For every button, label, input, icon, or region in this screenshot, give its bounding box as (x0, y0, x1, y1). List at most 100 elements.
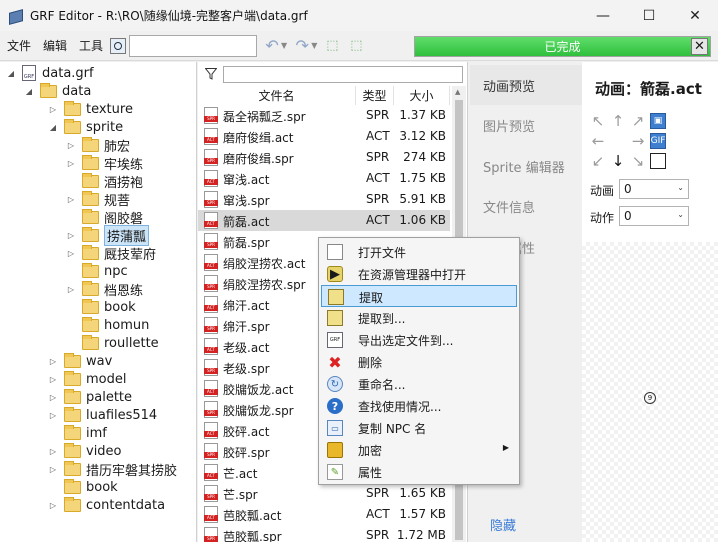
checkbox-icon[interactable] (650, 153, 666, 169)
expand-icon[interactable]: ▷ (48, 465, 58, 474)
context-menu-item[interactable]: ✖ 删除 (321, 351, 517, 373)
search-icon[interactable] (110, 37, 127, 54)
tree-node[interactable]: ▷ 牢埃练 (66, 154, 143, 173)
tab-sprite-editor[interactable]: Sprite 编辑器 (470, 146, 582, 186)
menu-edit[interactable]: 编辑 (38, 37, 72, 54)
expand-icon[interactable]: ▷ (48, 357, 58, 366)
tree-node[interactable]: 阁胶磐 (66, 208, 143, 227)
tree-node[interactable]: imf (48, 424, 107, 442)
progress-close-button[interactable]: ✕ (691, 38, 708, 55)
column-header-name[interactable]: 文件名 (198, 86, 356, 105)
context-menu-item[interactable]: 加密 ▶ (321, 439, 517, 461)
context-menu-item[interactable]: ✎ 属性 (321, 461, 517, 483)
column-header-type[interactable]: 类型 (356, 86, 394, 105)
scroll-up-icon[interactable]: ▲ (455, 88, 460, 96)
undo-dropdown-icon[interactable]: ▼ (281, 41, 287, 50)
expand-icon[interactable]: ▷ (48, 411, 58, 420)
tab-file-info[interactable]: 文件信息 (470, 186, 582, 226)
tree-node[interactable]: roullette (66, 334, 159, 352)
expand-icon[interactable]: ▷ (66, 249, 76, 258)
column-header-size[interactable]: 大小 (394, 86, 450, 105)
dir-up-left-icon[interactable]: ↖ (590, 112, 606, 130)
expand-icon[interactable]: ▷ (48, 393, 58, 402)
tree-node[interactable]: ▷ palette (48, 388, 132, 406)
tree-node[interactable]: npc (66, 262, 128, 280)
tree-node[interactable]: ▷ 档恩练 (66, 280, 143, 299)
tree-node[interactable]: ▷ wav (48, 352, 112, 370)
menu-file[interactable]: 文件 (2, 37, 36, 54)
tree-node[interactable]: ▷ 厩技荤府 (66, 244, 156, 263)
dir-down-right-icon[interactable]: ↘ (630, 152, 646, 170)
dir-up-right-icon[interactable]: ↗ (630, 112, 646, 130)
close-button[interactable]: ✕ (672, 0, 718, 31)
expand-icon[interactable]: ▷ (66, 141, 76, 150)
context-menu-item[interactable]: ? 查找使用情况... (321, 395, 517, 417)
minimize-button[interactable]: — (580, 0, 626, 31)
filter-input[interactable] (223, 66, 463, 83)
expand-icon[interactable]: ▷ (66, 231, 76, 240)
tree-node[interactable]: homun (66, 316, 149, 334)
tab-animation-preview[interactable]: 动画预览 (470, 65, 582, 105)
tab-image-preview[interactable]: 图片预览 (470, 105, 582, 145)
tree-node[interactable]: ▷ 肺宏 (66, 136, 130, 155)
file-row[interactable]: 磨府俊缉.spr SPR 274 KB (198, 147, 450, 168)
add-file-icon[interactable]: ⬚ (323, 37, 341, 55)
search-input[interactable] (129, 34, 258, 57)
action-select[interactable]: 0 ⌄ (619, 206, 689, 226)
hide-link[interactable]: 隐藏 (490, 515, 516, 534)
redo-icon[interactable]: ↷ (293, 36, 311, 55)
tree-node[interactable]: book (66, 298, 136, 316)
file-row[interactable]: 磊全祸瓢乏.spr SPR 1.37 KB (198, 105, 450, 126)
file-row[interactable]: 箭磊.act ACT 1.06 KB (198, 210, 450, 231)
tree-node[interactable]: book (48, 478, 118, 496)
expand-icon[interactable]: ▷ (66, 159, 76, 168)
expand-icon[interactable]: ▷ (48, 105, 58, 114)
tree-node[interactable]: ▷ luafiles514 (48, 406, 157, 424)
save-gif-icon[interactable]: GIF (650, 133, 666, 149)
collapse-icon[interactable]: ◢ (6, 69, 16, 78)
collapse-icon[interactable]: ◢ (24, 87, 34, 96)
dir-down-icon[interactable]: ↓ (610, 152, 626, 170)
expand-icon[interactable]: ▷ (48, 501, 58, 510)
tree-node[interactable]: ▷ 规菩 (66, 190, 130, 209)
tree-node[interactable]: ◢ data (24, 82, 91, 100)
context-menu-item[interactable]: ↻ 重命名... (321, 373, 517, 395)
animation-select[interactable]: 0 ⌄ (619, 179, 689, 199)
tree-node[interactable]: ▷ contentdata (48, 496, 165, 514)
file-row[interactable]: 芭胶瓢.act ACT 1.57 KB (198, 504, 450, 525)
export-icon[interactable]: ⬚ (347, 37, 365, 55)
redo-dropdown-icon[interactable]: ▼ (311, 41, 317, 50)
context-menu-item[interactable]: 提取 (321, 285, 517, 307)
file-row[interactable]: 窜浅.act ACT 1.75 KB (198, 168, 450, 189)
expand-icon[interactable]: ▷ (48, 447, 58, 456)
export-gif-icon[interactable]: ▣ (650, 113, 666, 129)
context-menu-item[interactable]: ▶ 在资源管理器中打开 (321, 263, 517, 285)
tree-node[interactable]: ▷ 措历牢磐其捞胶 (48, 460, 177, 479)
maximize-button[interactable]: ☐ (626, 0, 672, 31)
file-row[interactable]: 芒.spr SPR 1.65 KB (198, 483, 450, 504)
tree-node[interactable]: ◢ GRF data.grf (6, 64, 94, 82)
file-row[interactable]: 磨府俊缉.act ACT 3.12 KB (198, 126, 450, 147)
collapse-icon[interactable]: ◢ (48, 123, 58, 132)
file-row[interactable]: 窜浅.spr SPR 5.91 KB (198, 189, 450, 210)
tree-node[interactable]: ▷ 捞蒲瓢 (66, 224, 150, 246)
menu-tools[interactable]: 工具 (74, 37, 108, 54)
context-menu-item[interactable]: GRF 导出选定文件到... (321, 329, 517, 351)
tree-node[interactable]: ◢ sprite (48, 118, 123, 136)
expand-icon[interactable]: ▷ (48, 375, 58, 384)
context-menu-item[interactable]: 打开文件 (321, 241, 517, 263)
dir-left-icon[interactable]: ← (590, 132, 606, 150)
dir-down-left-icon[interactable]: ↙ (590, 152, 606, 170)
file-row[interactable]: 芭胶瓢.spr SPR 1.72 MB (198, 525, 450, 542)
dir-up-icon[interactable]: ↑ (610, 112, 626, 130)
expand-icon[interactable]: ▷ (66, 285, 76, 294)
dir-right-icon[interactable]: → (630, 132, 646, 150)
undo-icon[interactable]: ↶ (263, 36, 281, 55)
context-menu-item[interactable]: ▭ 复制 NPC 名 (321, 417, 517, 439)
expand-icon[interactable]: ▷ (66, 195, 76, 204)
context-menu-item[interactable]: 提取到... (321, 307, 517, 329)
tree-node[interactable]: ▷ texture (48, 100, 133, 118)
tree-node[interactable]: ▷ video (48, 442, 122, 460)
tree-node[interactable]: ▷ model (48, 370, 126, 388)
sprite-canvas[interactable]: 9 (582, 242, 718, 542)
